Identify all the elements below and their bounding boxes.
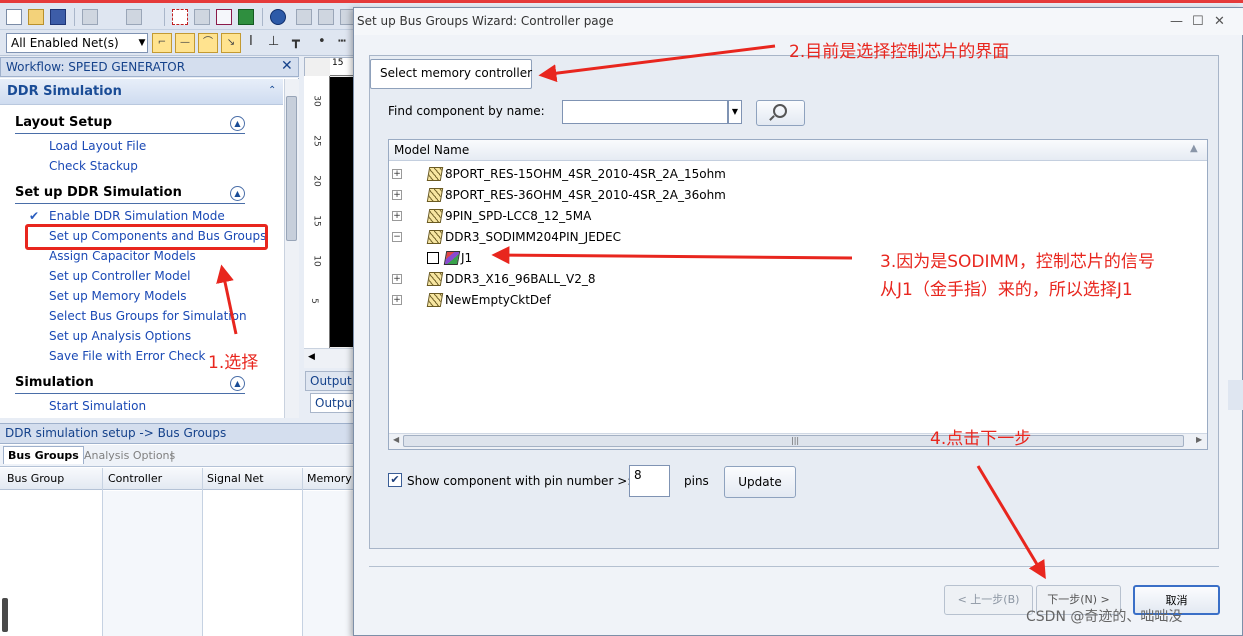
watermark-text: CSDN @奇迹的、咄咄没 [1026,609,1183,625]
annotation-arrows [216,44,1046,580]
arrow-step4 [976,465,1046,580]
arrow-step2 [538,44,776,83]
arrow-step3 [491,246,853,265]
arrow-step1 [216,264,238,335]
